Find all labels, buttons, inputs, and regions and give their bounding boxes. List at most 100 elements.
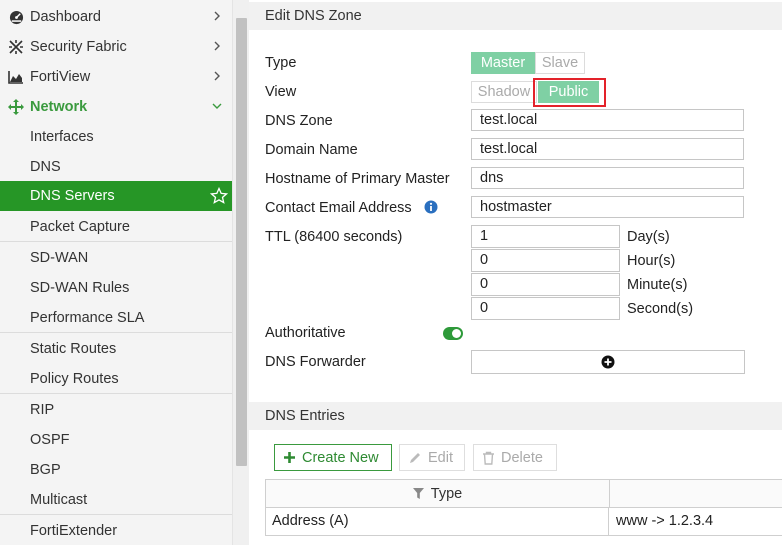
chevron-right-icon: [214, 41, 220, 51]
type-slave-button[interactable]: Slave: [535, 52, 585, 74]
info-icon[interactable]: [424, 200, 438, 214]
ttl-seconds-input[interactable]: 0: [471, 297, 620, 320]
pencil-icon: [410, 452, 420, 463]
fortiview-chart-icon: [8, 69, 24, 85]
type-label: Type: [265, 55, 297, 71]
hostname-input[interactable]: dns: [471, 167, 744, 189]
sidebar-item-label: Packet Capture: [30, 219, 130, 235]
sidebar-scrollbar[interactable]: [232, 0, 249, 545]
sidebar-item-performance-sla[interactable]: Performance SLA: [0, 303, 232, 333]
view-label: View: [265, 84, 297, 100]
trash-icon: [483, 451, 494, 465]
sidebar-item-label: Performance SLA: [30, 310, 145, 326]
delete-label: Delete: [501, 449, 543, 466]
sidebar-item-packet-capture[interactable]: Packet Capture: [0, 212, 232, 242]
create-new-button[interactable]: Create New: [274, 444, 392, 471]
sidebar-item-policy-routes[interactable]: Policy Routes: [0, 364, 232, 394]
ttl-seconds-unit: Second(s): [627, 301, 694, 317]
sidebar: Dashboard Security Fabric FortiView Netw…: [0, 0, 232, 545]
table-row[interactable]: Address (A) www -> 1.2.3.4: [266, 508, 782, 536]
section-header-edit-dns-zone: Edit DNS Zone: [249, 2, 782, 30]
view-shadow-button[interactable]: Shadow: [471, 81, 537, 103]
sidebar-item-label: Security Fabric: [30, 39, 127, 55]
sidebar-item-label: DNS: [30, 159, 61, 175]
table-cell-value: www -> 1.2.3.4: [616, 513, 714, 529]
dns-forwarder-add-box[interactable]: [471, 350, 745, 374]
page-title: Edit DNS Zone: [265, 8, 362, 24]
table-header-row: Type: [266, 480, 782, 508]
create-new-label: Create New: [302, 449, 379, 466]
contact-email-input[interactable]: hostmaster: [471, 196, 744, 218]
sidebar-item-label: FortiExtender: [30, 523, 118, 539]
chevron-right-icon: [214, 71, 220, 81]
authoritative-toggle[interactable]: [443, 327, 463, 340]
sidebar-item-label: DNS Servers: [30, 188, 115, 204]
sidebar-item-label: BGP: [30, 462, 61, 478]
ttl-hours-input[interactable]: 0: [471, 249, 620, 272]
plus-circle-icon[interactable]: [601, 355, 615, 369]
sidebar-item-security-fabric[interactable]: Security Fabric: [0, 32, 232, 62]
sidebar-item-sd-wan-rules[interactable]: SD-WAN Rules: [0, 273, 232, 303]
sidebar-item-dns-servers[interactable]: DNS Servers: [0, 181, 232, 211]
sidebar-item-multicast[interactable]: Multicast: [0, 485, 232, 515]
toggle-knob: [452, 329, 461, 338]
edit-label: Edit: [428, 449, 453, 466]
sidebar-item-label: SD-WAN: [30, 250, 89, 266]
sidebar-item-label: Network: [30, 99, 88, 115]
domain-name-input[interactable]: test.local: [471, 138, 744, 160]
sidebar-item-rip[interactable]: RIP: [0, 395, 232, 425]
type-master-button[interactable]: Master: [471, 52, 535, 74]
sidebar-item-sd-wan[interactable]: SD-WAN: [0, 243, 232, 273]
sidebar-item-fortiview[interactable]: FortiView: [0, 62, 232, 92]
ttl-minutes-unit: Minute(s): [627, 277, 688, 293]
edit-button[interactable]: Edit: [399, 444, 465, 471]
sidebar-divider: [0, 241, 232, 242]
dns-zone-label: DNS Zone: [265, 113, 333, 129]
filter-icon[interactable]: [412, 488, 424, 499]
highlight-box: [533, 78, 606, 107]
security-fabric-icon: [8, 39, 24, 55]
sidebar-item-label: Multicast: [30, 492, 88, 508]
delete-button[interactable]: Delete: [473, 444, 557, 471]
dns-entries-table: Type Address (A) www -> 1.2.3.4: [265, 479, 782, 536]
sidebar-item-dashboard[interactable]: Dashboard: [0, 2, 232, 32]
network-move-icon: [8, 99, 24, 115]
scrollbar-thumb[interactable]: [236, 18, 247, 466]
sidebar-divider: [0, 514, 232, 515]
sidebar-item-label: RIP: [30, 402, 55, 418]
edit-dns-zone-panel: Edit DNS Zone Type Master Slave View Sha…: [249, 0, 782, 545]
plus-icon: [284, 452, 295, 463]
sidebar-item-dns[interactable]: DNS: [0, 152, 232, 182]
section-title: DNS Entries: [265, 408, 345, 424]
column-header-type[interactable]: Type: [266, 480, 610, 507]
dashboard-icon: [8, 9, 24, 25]
dns-zone-input[interactable]: test.local: [471, 109, 744, 131]
hostname-label: Hostname of Primary Master: [265, 171, 450, 187]
ttl-label: TTL (86400 seconds): [265, 229, 403, 245]
sidebar-divider: [0, 393, 232, 394]
sidebar-item-interfaces[interactable]: Interfaces: [0, 122, 232, 152]
domain-name-label: Domain Name: [265, 142, 358, 158]
sidebar-item-label: Dashboard: [30, 9, 101, 25]
authoritative-label: Authoritative: [265, 325, 346, 341]
ttl-days-input[interactable]: 1: [471, 225, 620, 248]
table-cell-type: Address (A): [266, 508, 609, 535]
chevron-down-icon: [212, 103, 222, 109]
ttl-days-unit: Day(s): [627, 229, 670, 245]
sidebar-item-label: Policy Routes: [30, 371, 119, 387]
sidebar-item-label: FortiView: [30, 69, 91, 85]
sidebar-item-label: SD-WAN Rules: [30, 280, 130, 296]
dns-forwarder-label: DNS Forwarder: [265, 354, 366, 370]
sidebar-item-bgp[interactable]: BGP: [0, 455, 232, 485]
star-favorite-icon[interactable]: [210, 187, 228, 205]
sidebar-item-fortiextender[interactable]: FortiExtender: [0, 516, 232, 546]
sidebar-item-label: OSPF: [30, 432, 70, 448]
contact-email-label: Contact Email Address: [265, 200, 412, 216]
sidebar-item-ospf[interactable]: OSPF: [0, 425, 232, 455]
sidebar-item-network[interactable]: Network: [0, 92, 232, 122]
ttl-minutes-input[interactable]: 0: [471, 273, 620, 296]
sidebar-item-label: Interfaces: [30, 129, 94, 145]
section-header-dns-entries: DNS Entries: [249, 402, 782, 430]
sidebar-item-static-routes[interactable]: Static Routes: [0, 334, 232, 364]
ttl-hours-unit: Hour(s): [627, 253, 676, 269]
